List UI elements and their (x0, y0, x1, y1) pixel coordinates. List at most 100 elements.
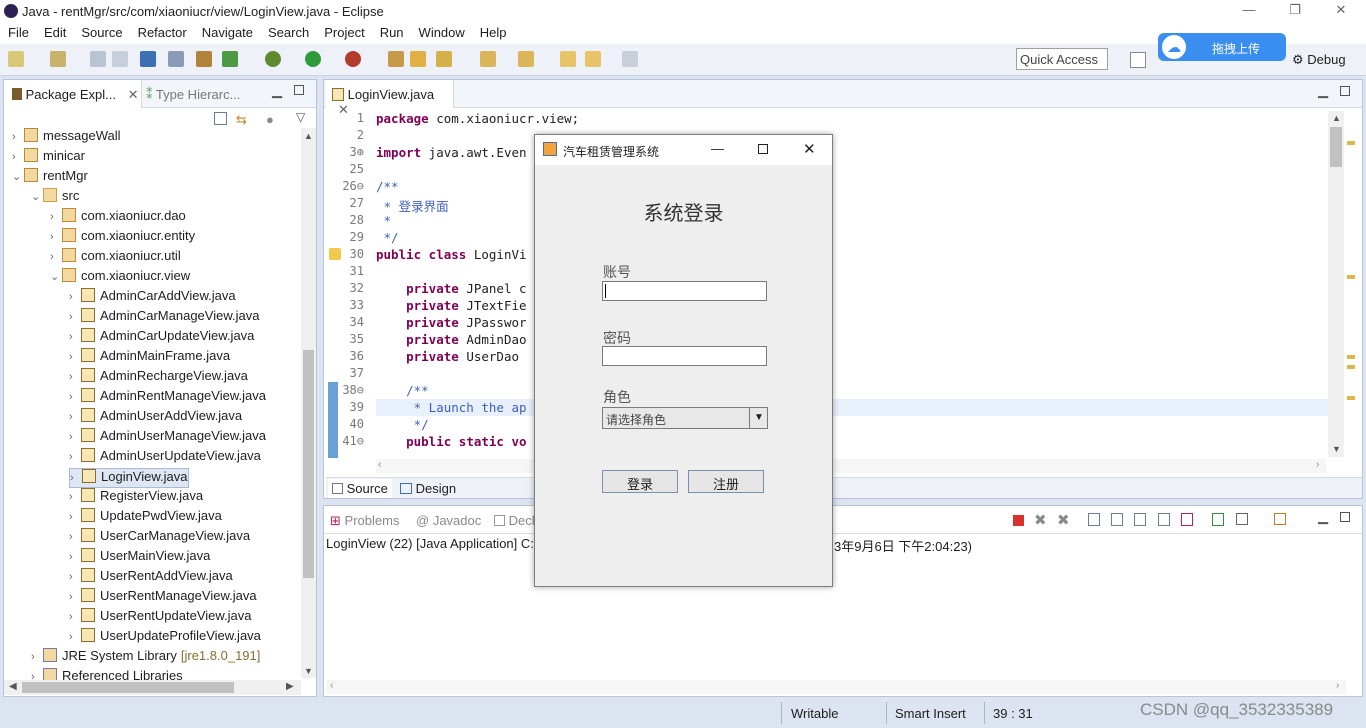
tab-type-hierarchy[interactable]: ⁑ Type Hierarc... (146, 87, 240, 103)
expanded-arrow-icon[interactable]: ⌄ (50, 270, 62, 283)
horizontal-scrollbar[interactable]: ◀ ▶ (4, 680, 301, 695)
remove-launch-icon[interactable]: ✖ (1034, 511, 1047, 529)
back-icon[interactable] (585, 51, 601, 67)
menu-source[interactable]: Source (73, 23, 129, 40)
register-button[interactable]: 注册 (688, 470, 764, 493)
tree-item[interactable]: › AdminCarUpdateView.java (69, 328, 254, 348)
pin-console-icon[interactable] (1212, 513, 1224, 526)
h-scroll-thumb[interactable] (22, 682, 234, 693)
scroll-right-icon[interactable]: ▶ (286, 681, 294, 692)
collapsed-arrow-icon[interactable]: › (69, 551, 81, 563)
code-line[interactable]: public class LoginVi (376, 247, 527, 262)
collapsed-arrow-icon[interactable]: › (69, 571, 81, 583)
collapsed-arrow-icon[interactable]: › (69, 631, 81, 643)
tree-item[interactable]: › JRE System Library [jre1.8.0_191] (31, 648, 260, 668)
menu-window[interactable]: Window (411, 23, 472, 40)
show-on-output-icon[interactable] (1158, 513, 1170, 526)
code-line[interactable]: private UserDao (376, 349, 527, 364)
collapsed-arrow-icon[interactable]: › (69, 451, 81, 463)
tree-item[interactable]: › messageWall (12, 128, 121, 148)
minimize-editor-icon[interactable]: ▁ (1318, 83, 1328, 99)
code-line[interactable]: package com.xiaoniucr.view; (376, 111, 579, 126)
dropdown-arrow-icon[interactable]: ▼ (749, 408, 768, 428)
tree-item[interactable]: › com.xiaoniucr.entity (50, 228, 195, 248)
collapsed-arrow-icon[interactable]: › (50, 231, 62, 243)
scroll-lock-icon[interactable] (1111, 513, 1123, 526)
menu-search[interactable]: Search (260, 23, 316, 40)
code-line[interactable]: public static vo (376, 434, 526, 449)
forward-icon[interactable] (622, 51, 638, 67)
tree-item[interactable]: › UserRentManageView.java (69, 588, 257, 608)
tab-package-explorer[interactable]: Package Expl... ✕ (4, 80, 142, 108)
new-wizard-icon[interactable] (50, 51, 66, 67)
open-perspective-icon[interactable] (1130, 52, 1146, 68)
scroll-up-icon[interactable]: ▲ (1332, 113, 1341, 123)
collapsed-arrow-icon[interactable]: › (69, 291, 81, 303)
tree-item[interactable]: › UserRentAddView.java (69, 568, 233, 588)
tab-javadoc[interactable]: @ Javadoc (416, 513, 481, 528)
open-folder-icon[interactable] (410, 51, 426, 67)
editor-vscrollbar[interactable]: ▲ ▼ (1328, 111, 1344, 457)
tree-item[interactable]: › UserUpdateProfileView.java (69, 628, 261, 648)
word-wrap-icon[interactable] (1134, 513, 1146, 526)
collapsed-arrow-icon[interactable]: › (69, 371, 81, 383)
tree-item[interactable]: ⌄ com.xiaoniucr.view (50, 268, 190, 288)
last-edit-icon[interactable] (560, 51, 576, 67)
menu-file[interactable]: File (0, 23, 36, 40)
menu-run[interactable]: Run (372, 23, 411, 40)
collapsed-arrow-icon[interactable]: › (31, 651, 43, 663)
collapsed-arrow-icon[interactable]: › (69, 431, 81, 443)
code-line[interactable]: /** (376, 179, 399, 194)
collapsed-arrow-icon[interactable]: › (50, 211, 62, 223)
tree-item[interactable]: › minicar (12, 148, 85, 168)
collapsed-arrow-icon[interactable]: › (69, 611, 81, 623)
collapsed-arrow-icon[interactable]: › (12, 131, 24, 143)
maximize-editor-icon[interactable] (1340, 86, 1350, 96)
tree-item[interactable]: › com.xiaoniucr.util (50, 248, 181, 268)
save-all-icon[interactable] (112, 51, 128, 67)
code-line[interactable]: private JPanel c (376, 281, 526, 296)
scroll-thumb[interactable] (303, 350, 314, 578)
debug-icon[interactable] (265, 51, 281, 67)
scroll-left-icon[interactable]: ‹ (378, 459, 381, 470)
tree-item[interactable]: › RegisterView.java (69, 488, 203, 508)
next-annotation-icon[interactable] (480, 51, 496, 67)
code-line[interactable]: * Launch the ap (376, 400, 527, 415)
editor-scroll-thumb[interactable] (1330, 127, 1342, 167)
dialog-minimize-button[interactable]: — (711, 141, 724, 156)
view-menu-icon[interactable]: ▽ (296, 110, 305, 124)
account-input[interactable] (602, 281, 767, 301)
tab-source[interactable]: Source (328, 479, 392, 498)
open-type-icon[interactable] (388, 51, 404, 67)
maximize-console-icon[interactable] (1340, 512, 1350, 522)
close-tab-icon[interactable]: ✕ (128, 87, 139, 102)
display-console-icon[interactable] (1236, 513, 1248, 525)
tree-item[interactable]: › AdminUserAddView.java (69, 408, 242, 428)
scroll-right-icon[interactable]: › (1316, 459, 1319, 470)
remove-all-icon[interactable]: ✖ (1057, 511, 1070, 529)
tree-item[interactable]: › AdminRechargeView.java (69, 368, 248, 388)
expanded-arrow-icon[interactable]: ⌄ (12, 170, 24, 183)
tree-item[interactable]: › Referenced Libraries (31, 668, 183, 680)
scroll-right-icon[interactable]: › (1336, 680, 1339, 691)
restore-button[interactable]: ❐ (1272, 2, 1318, 22)
login-button[interactable]: 登录 (602, 470, 678, 493)
link-editor-icon[interactable]: ⇆ (236, 112, 247, 128)
console-hscrollbar[interactable]: ‹ › (326, 680, 1346, 694)
collapsed-arrow-icon[interactable]: › (69, 331, 81, 343)
scroll-left-icon[interactable]: ◀ (9, 681, 17, 692)
code-line[interactable]: private JTextFie (376, 298, 526, 313)
menu-project[interactable]: Project (316, 23, 371, 40)
tree-item-selected[interactable]: › LoginView.java (69, 468, 189, 488)
scroll-left-icon[interactable]: ‹ (330, 680, 333, 691)
debug-perspective[interactable]: ⚙ Debug (1292, 52, 1346, 68)
maximize-view-icon[interactable] (294, 85, 304, 95)
editor-hscrollbar[interactable]: ‹ › (376, 459, 1326, 473)
code-line[interactable]: * (376, 213, 392, 228)
close-button[interactable]: ✕ (1318, 2, 1364, 22)
code-line[interactable]: private AdminDao (376, 332, 526, 347)
tree-item[interactable]: › AdminUserUpdateView.java (69, 448, 261, 468)
collapsed-arrow-icon[interactable]: › (12, 151, 24, 163)
clear-console-icon[interactable] (1088, 513, 1100, 526)
code-line[interactable]: */ (376, 230, 399, 245)
